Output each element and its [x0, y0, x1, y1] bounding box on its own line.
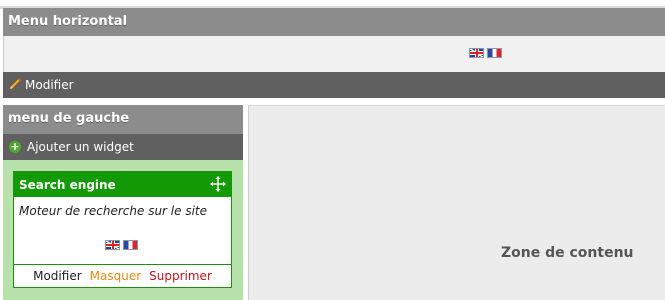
add-icon: + — [9, 140, 21, 153]
widget-actions: Modifier Masquer Supprimer — [14, 264, 231, 288]
widget-header[interactable]: Search engine — [14, 172, 231, 197]
hide-widget-link[interactable]: Masquer — [90, 269, 142, 288]
horizontal-menu-toolbar: Modifier — [3, 72, 665, 98]
add-widget-button[interactable]: Ajouter un widget — [27, 140, 134, 154]
horizontal-menu-body — [3, 36, 665, 72]
widget-description: Moteur de recherche sur le site — [19, 204, 207, 218]
french-flag-icon[interactable] — [487, 48, 502, 58]
edit-widget-link[interactable]: Modifier — [33, 269, 82, 288]
horizontal-menu-title: Menu horizontal — [8, 14, 128, 29]
content-zone: Zone de contenu — [248, 105, 665, 300]
move-icon[interactable] — [209, 175, 227, 193]
widget-language-flags — [105, 240, 138, 250]
edit-horizontal-menu-button[interactable]: Modifier — [25, 78, 74, 92]
delete-widget-link[interactable]: Supprimer — [149, 269, 212, 288]
english-flag-icon[interactable] — [469, 48, 484, 58]
top-border — [0, 0, 665, 9]
french-flag-icon[interactable] — [123, 240, 138, 250]
pencil-icon — [9, 78, 21, 90]
left-menu-toolbar: + Ajouter un widget — [3, 134, 243, 160]
english-flag-icon[interactable] — [105, 240, 120, 250]
search-engine-widget: Search engine Moteur de recherche sur le… — [13, 171, 232, 288]
language-flags — [469, 48, 502, 58]
widget-title: Search engine — [19, 178, 116, 192]
horizontal-menu-header: Menu horizontal — [3, 8, 665, 36]
left-menu-title: menu de gauche — [8, 111, 130, 126]
content-zone-label: Zone de contenu — [501, 245, 634, 261]
left-menu-header: menu de gauche — [3, 105, 243, 134]
